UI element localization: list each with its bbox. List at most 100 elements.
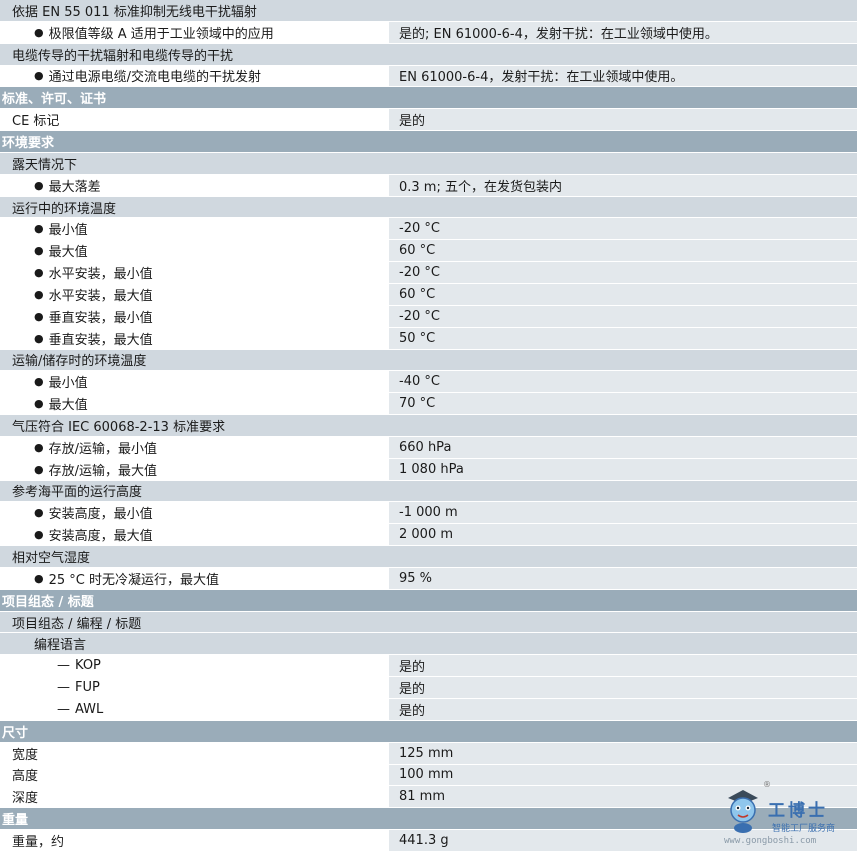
bullet-icon: ●: [34, 244, 44, 258]
spec-label-cell: ● 极限值等级 A 适用于工业领域中的应用: [0, 21, 388, 43]
spec-label-cell: 露天情况下: [0, 152, 388, 174]
spec-label-cell: ● 最小值: [0, 218, 388, 240]
group-row: 气压符合 IEC 60068-2-13 标准要求: [0, 415, 857, 437]
spec-row: — AWL 是的: [0, 699, 857, 721]
bullet-icon: ●: [34, 178, 44, 192]
spec-label: AWL: [75, 701, 104, 717]
spec-label: CE 标记: [12, 114, 60, 130]
spec-label-cell: 宽度: [0, 742, 388, 764]
spec-label: 重量，约: [12, 834, 65, 850]
section-title: 标准、许可、证书: [2, 92, 107, 108]
spec-value: 100 mm: [388, 764, 857, 786]
spec-label-cell: 气压符合 IEC 60068-2-13 标准要求: [0, 415, 388, 436]
spec-label: 通过电源电缆/交流电电缆的干扰发射: [48, 70, 261, 86]
spec-label: 项目组态 / 编程 / 标题: [12, 616, 142, 632]
spec-value: [388, 633, 857, 655]
section-header: 标准、许可、证书: [0, 87, 857, 110]
spec-row: ● 存放/运输，最小值 660 hPa: [0, 436, 857, 459]
spec-value: [388, 415, 857, 436]
spec-row: ● 安装高度，最小值 -1 000 m: [0, 502, 857, 525]
spec-label-cell: ● 安装高度，最大值: [0, 524, 388, 546]
spec-value: [388, 349, 857, 371]
bullet-icon: ●: [34, 69, 44, 83]
spec-label: 深度: [12, 791, 39, 807]
spec-label-cell: — AWL: [0, 699, 388, 720]
spec-table: 依据 EN 55 011 标准抑制无线电干扰辐射 ● 极限值等级 A 适用于工业领域…: [0, 0, 857, 852]
group-row: 相对空气湿度: [0, 546, 857, 568]
spec-label: 存放/运输，最大值: [48, 463, 157, 479]
spec-label-cell: ● 垂直安装，最大值: [0, 327, 388, 349]
spec-value: [388, 43, 857, 65]
spec-row: — FUP 是的: [0, 677, 857, 699]
spec-value: 95 %: [388, 567, 857, 589]
spec-row: CE 标记 是的: [0, 109, 857, 132]
spec-label-cell: — KOP: [0, 655, 388, 677]
section-header: 项目组态 / 标题: [0, 589, 857, 612]
spec-value: -20 °C: [388, 262, 857, 283]
spec-row: ● 通过电源电缆/交流电电缆的干扰发射 EN 61000-6-4，发射干扰：在工业领…: [0, 65, 857, 88]
spec-row: ● 最大落差 0.3 m; 五个，在发货包装内: [0, 174, 857, 197]
group-row: 运输/储存时的环境温度: [0, 349, 857, 372]
spec-label-cell: ● 水平安装，最大值: [0, 283, 388, 305]
dash-icon: —: [57, 680, 70, 696]
spec-label: 水平安装，最大值: [48, 288, 153, 304]
spec-value: 是的: [388, 109, 857, 131]
spec-row: ● 水平安装，最小值 -20 °C: [0, 262, 857, 284]
group-row: 编程语言: [0, 633, 857, 656]
spec-label: 编程语言: [34, 638, 87, 654]
spec-label: 气压符合 IEC 60068-2-13 标准要求: [12, 419, 226, 435]
spec-value: 是的; EN 61000-6-4，发射干扰：在工业领域中使用。: [388, 21, 857, 43]
spec-label-cell: 依据 EN 55 011 标准抑制无线电干扰辐射: [0, 0, 388, 21]
spec-label: 安装高度，最小值: [48, 507, 153, 523]
spec-value: 81 mm: [388, 786, 857, 808]
spec-value: [388, 480, 857, 502]
spec-row: 高度 100 mm: [0, 764, 857, 787]
bullet-icon: ●: [34, 222, 44, 236]
spec-label: 参考海平面的运行高度: [12, 485, 143, 501]
group-row: 电缆传导的干扰辐射和电缆传导的干扰: [0, 43, 857, 66]
spec-label: 依据 EN 55 011 标准抑制无线电干扰辐射: [12, 4, 257, 20]
spec-value: 60 °C: [388, 283, 857, 305]
spec-label: 宽度: [12, 747, 39, 763]
spec-label-cell: ● 垂直安装，最小值: [0, 305, 388, 327]
spec-value: 70 °C: [388, 393, 857, 415]
spec-row: ● 存放/运输，最大值 1 080 hPa: [0, 458, 857, 481]
bullet-icon: ●: [34, 287, 44, 301]
spec-label-cell: ● 存放/运输，最大值: [0, 458, 388, 480]
spec-label-cell: 编程语言: [0, 633, 388, 655]
spec-row: 重量，约 441.3 g: [0, 830, 857, 852]
spec-label: 相对空气湿度: [12, 551, 91, 567]
spec-label-cell: 深度: [0, 786, 388, 808]
spec-label-cell: 重量，约: [0, 830, 388, 851]
group-row: 依据 EN 55 011 标准抑制无线电干扰辐射: [0, 0, 857, 22]
spec-label: KOP: [75, 658, 101, 674]
dash-icon: —: [57, 701, 70, 717]
spec-label-cell: CE 标记: [0, 109, 388, 131]
spec-row: 深度 81 mm: [0, 786, 857, 809]
spec-label: 最小值: [48, 223, 88, 239]
spec-value: [388, 611, 857, 633]
spec-label-cell: 高度: [0, 764, 388, 786]
bullet-icon: ●: [34, 331, 44, 345]
spec-label: FUP: [75, 680, 100, 696]
spec-value: 是的: [388, 699, 857, 720]
spec-label-cell: 相对空气湿度: [0, 546, 388, 567]
spec-row: — KOP 是的: [0, 655, 857, 678]
spec-label: 垂直安装，最大值: [48, 332, 153, 348]
spec-label-cell: ● 最大值: [0, 393, 388, 415]
spec-label: 露天情况下: [12, 157, 78, 173]
bullet-icon: ●: [34, 25, 44, 39]
spec-value: -20 °C: [388, 305, 857, 327]
section-header: 环境要求: [0, 131, 857, 153]
dash-icon: —: [57, 658, 70, 674]
bullet-icon: ●: [34, 571, 44, 585]
spec-label: 存放/运输，最小值: [48, 441, 157, 457]
spec-label-cell: ● 通过电源电缆/交流电电缆的干扰发射: [0, 65, 388, 87]
spec-row: ● 垂直安装，最大值 50 °C: [0, 327, 857, 350]
spec-label: 水平安装，最小值: [48, 267, 153, 283]
group-row: 运行中的环境温度: [0, 196, 857, 219]
section-header: 尺寸: [0, 720, 857, 743]
bullet-icon: ●: [34, 462, 44, 476]
spec-label: 最大落差: [48, 179, 101, 195]
spec-row: ● 安装高度，最大值 2 000 m: [0, 524, 857, 547]
